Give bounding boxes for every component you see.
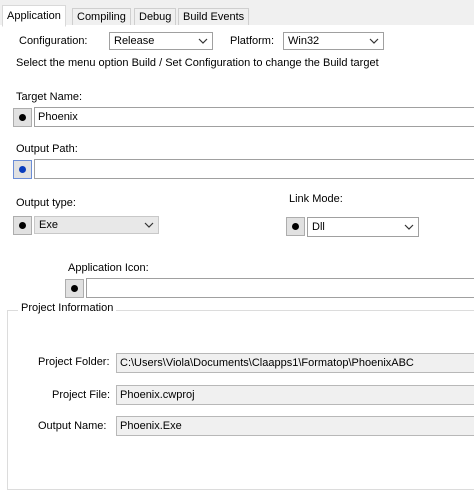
chevron-down-icon xyxy=(404,224,414,230)
project-folder-label: Project Folder: xyxy=(38,356,110,368)
tab-debug[interactable]: Debug xyxy=(134,8,177,25)
tab-compiling[interactable]: Compiling xyxy=(72,8,131,25)
application-icon-label: Application Icon: xyxy=(68,262,149,274)
project-folder-value: C:\Users\Viola\Documents\Claapps1\Format… xyxy=(120,357,414,369)
link-mode-macro-button[interactable] xyxy=(286,217,305,236)
link-mode-value: Dll xyxy=(312,221,325,233)
output-name-value: Phoenix.Exe xyxy=(120,420,182,432)
project-information-title: Project Information xyxy=(18,302,117,314)
tab-application[interactable]: Application xyxy=(2,5,66,27)
platform-label: Platform: xyxy=(230,35,275,47)
link-mode-label: Link Mode: xyxy=(289,193,343,205)
bullet-icon xyxy=(292,223,299,230)
bullet-icon xyxy=(19,114,26,121)
project-folder-field: C:\Users\Viola\Documents\Claapps1\Format… xyxy=(116,353,474,373)
output-type-value: Exe xyxy=(39,219,58,231)
target-name-label: Target Name: xyxy=(16,91,83,103)
configuration-combo[interactable]: Release xyxy=(109,32,213,50)
platform-value: Win32 xyxy=(288,35,320,47)
target-name-value: Phoenix xyxy=(38,111,78,123)
project-file-value: Phoenix.cwproj xyxy=(120,389,195,401)
output-path-input[interactable] xyxy=(34,159,474,179)
platform-combo[interactable]: Win32 xyxy=(283,32,384,50)
tab-build-events[interactable]: Build Events xyxy=(178,8,250,25)
output-type-label: Output type: xyxy=(16,197,76,209)
output-type-combo[interactable]: Exe xyxy=(34,216,159,234)
configuration-label: Configuration: xyxy=(19,35,88,47)
application-icon-macro-button[interactable] xyxy=(65,279,84,298)
application-icon-input[interactable] xyxy=(86,278,474,298)
output-name-field: Phoenix.Exe xyxy=(116,416,474,436)
build-target-hint: Select the menu option Build / Set Confi… xyxy=(16,57,379,69)
project-file-label: Project File: xyxy=(52,389,111,401)
tab-strip: Application Compiling Debug Build Events xyxy=(0,0,474,27)
project-file-field: Phoenix.cwproj xyxy=(116,385,474,405)
output-path-label: Output Path: xyxy=(16,143,78,155)
target-name-input[interactable]: Phoenix xyxy=(34,107,474,127)
bullet-icon xyxy=(71,285,78,292)
configuration-value: Release xyxy=(114,35,155,47)
bullet-icon xyxy=(19,166,26,173)
bullet-icon xyxy=(19,222,26,229)
output-path-macro-button[interactable] xyxy=(13,160,32,179)
chevron-down-icon xyxy=(369,38,379,44)
target-name-macro-button[interactable] xyxy=(13,108,32,127)
output-name-label: Output Name: xyxy=(38,420,107,432)
chevron-down-icon xyxy=(198,38,208,44)
output-type-macro-button[interactable] xyxy=(13,216,32,235)
chevron-down-icon xyxy=(144,222,154,228)
link-mode-combo[interactable]: Dll xyxy=(307,217,419,237)
